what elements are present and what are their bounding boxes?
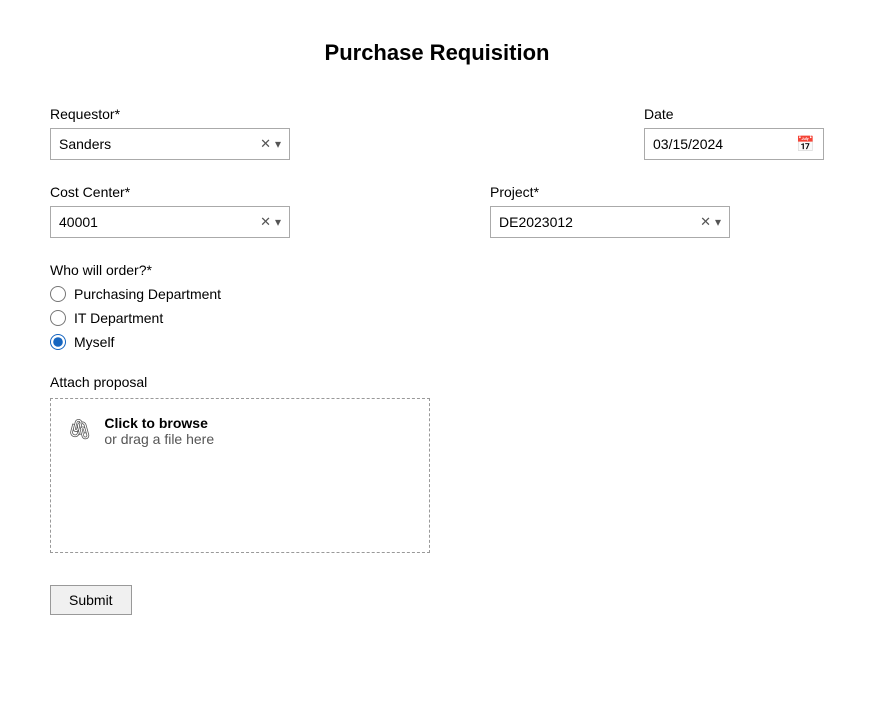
submit-button[interactable]: Submit xyxy=(50,585,132,615)
cost-center-group: Cost Center* 40001 ✕ ▾ xyxy=(50,184,290,238)
radio-purchasing-input[interactable] xyxy=(50,286,66,302)
date-group: Date 03/15/2024 📅 xyxy=(644,106,824,160)
drop-zone[interactable]: 🖇 Click to browse or drag a file here xyxy=(50,398,430,553)
project-label: Project* xyxy=(490,184,730,200)
main-window: Purchase Requisition Requestor* Sanders … xyxy=(0,0,874,725)
date-input[interactable]: 03/15/2024 📅 xyxy=(644,128,824,160)
row-requestor-date: Requestor* Sanders ✕ ▾ Date 03/15/2024 📅 xyxy=(50,106,824,160)
click-browse-text: Click to browse xyxy=(104,415,214,431)
cost-center-value: 40001 xyxy=(59,214,260,230)
radio-group: Purchasing Department IT Department Myse… xyxy=(50,286,824,350)
project-select[interactable]: DE2023012 ✕ ▾ xyxy=(490,206,730,238)
requestor-group: Requestor* Sanders ✕ ▾ xyxy=(50,106,290,160)
requestor-select[interactable]: Sanders ✕ ▾ xyxy=(50,128,290,160)
requestor-chevron-icon[interactable]: ▾ xyxy=(275,137,281,151)
attach-proposal-section: Attach proposal 🖇 Click to browse or dra… xyxy=(50,374,824,553)
requestor-label: Requestor* xyxy=(50,106,290,122)
attach-proposal-label: Attach proposal xyxy=(50,374,824,390)
radio-purchasing[interactable]: Purchasing Department xyxy=(50,286,824,302)
drag-text: or drag a file here xyxy=(104,431,214,447)
radio-myself-input[interactable] xyxy=(50,334,66,350)
project-clear-icon[interactable]: ✕ xyxy=(700,214,711,230)
drop-zone-text: Click to browse or drag a file here xyxy=(104,415,214,447)
cost-center-chevron-icon[interactable]: ▾ xyxy=(275,215,281,229)
project-chevron-icon[interactable]: ▾ xyxy=(715,215,721,229)
project-group: Project* DE2023012 ✕ ▾ xyxy=(490,184,730,238)
cost-center-clear-icon[interactable]: ✕ xyxy=(260,214,271,230)
cost-center-select[interactable]: 40001 ✕ ▾ xyxy=(50,206,290,238)
radio-it-input[interactable] xyxy=(50,310,66,326)
requestor-clear-icon[interactable]: ✕ xyxy=(260,136,271,152)
cost-center-label: Cost Center* xyxy=(50,184,290,200)
requestor-value: Sanders xyxy=(59,136,260,152)
project-value: DE2023012 xyxy=(499,214,700,230)
radio-myself[interactable]: Myself xyxy=(50,334,824,350)
row-cost-project: Cost Center* 40001 ✕ ▾ Project* DE202301… xyxy=(50,184,824,238)
paperclip-icon: 🖇 xyxy=(67,417,92,442)
radio-it-label: IT Department xyxy=(74,310,163,326)
date-value: 03/15/2024 xyxy=(653,136,788,152)
radio-it[interactable]: IT Department xyxy=(50,310,824,326)
who-will-order-label: Who will order?* xyxy=(50,262,824,278)
calendar-icon[interactable]: 📅 xyxy=(796,135,815,153)
radio-myself-label: Myself xyxy=(74,334,114,350)
date-label: Date xyxy=(644,106,824,122)
page-title: Purchase Requisition xyxy=(50,40,824,66)
who-will-order-section: Who will order?* Purchasing Department I… xyxy=(50,262,824,350)
radio-purchasing-label: Purchasing Department xyxy=(74,286,221,302)
